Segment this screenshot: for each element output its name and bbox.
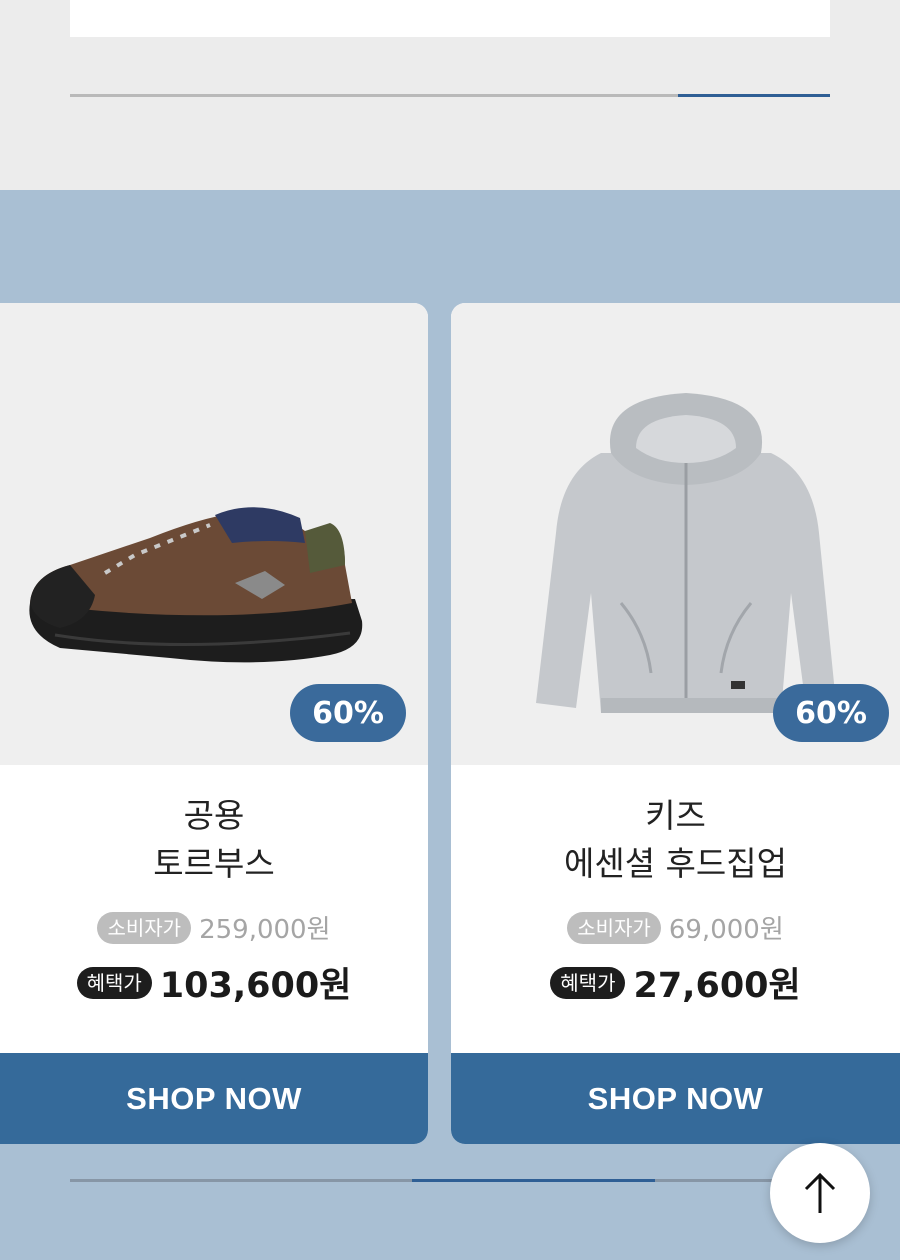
product-category: 공용 bbox=[183, 796, 245, 835]
sale-row: 혜택가 27,600원 bbox=[451, 957, 900, 1008]
sale-price: 27,600원 bbox=[633, 966, 801, 1006]
discount-badge: 60% bbox=[773, 684, 889, 742]
msrp-price: 69,000원 bbox=[668, 915, 784, 945]
scroll-to-top-button[interactable] bbox=[770, 1143, 870, 1243]
msrp-row: 소비자가 69,000원 bbox=[451, 909, 900, 946]
msrp-label: 소비자가 bbox=[567, 911, 661, 944]
msrp-label: 소비자가 bbox=[97, 911, 192, 944]
carousel-progress bbox=[70, 1179, 830, 1182]
product-card[interactable]: 60% 공용 토르부스 소비자가 259,000원 혜택가 103,600원 S… bbox=[0, 303, 428, 1144]
top-carousel-progress bbox=[70, 94, 830, 97]
carousel-progress-fill bbox=[412, 1179, 656, 1182]
shop-now-button[interactable]: SHOP NOW bbox=[0, 1053, 428, 1144]
previous-section bbox=[0, 0, 900, 190]
product-name: 토르부스 bbox=[153, 844, 275, 883]
product-image[interactable]: 60% bbox=[0, 303, 428, 765]
msrp-row: 소비자가 259,000원 bbox=[0, 909, 428, 946]
top-carousel-progress-fill bbox=[678, 94, 830, 97]
arrow-up-icon bbox=[804, 1172, 836, 1213]
product-card[interactable]: 60% 키즈 에센셜 후드집업 소비자가 69,000원 혜택가 27,600원… bbox=[451, 303, 900, 1144]
shop-now-button[interactable]: SHOP NOW bbox=[451, 1053, 900, 1144]
sale-label: 혜택가 bbox=[550, 966, 626, 999]
product-name: 에센셜 후드집업 bbox=[563, 844, 787, 883]
product-category: 키즈 bbox=[645, 796, 706, 835]
previous-card bbox=[70, 0, 830, 37]
sale-price: 103,600원 bbox=[159, 966, 352, 1006]
product-image[interactable]: 60% bbox=[451, 303, 900, 765]
sale-label: 혜택가 bbox=[76, 966, 152, 999]
sale-row: 혜택가 103,600원 bbox=[0, 957, 428, 1008]
discount-badge: 60% bbox=[290, 684, 406, 742]
msrp-price: 259,000원 bbox=[199, 915, 331, 945]
